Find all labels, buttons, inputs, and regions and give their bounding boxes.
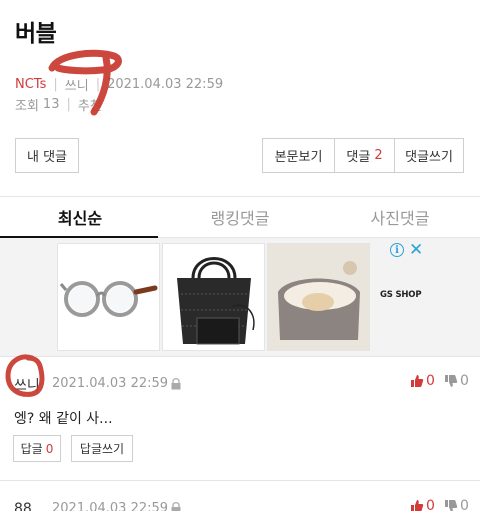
ad-info-icon[interactable]: i [390,243,404,257]
thumbs-down-icon [445,375,458,387]
comment-author: 88 [14,501,32,511]
meta-separator: | [95,77,101,92]
comment-sort-tabs: 최신순 랭킹댓글 사진댓글 [0,197,480,238]
ad-product-pet-bed[interactable] [267,243,370,351]
comment-text: 엥? 왜 같이 사... [14,411,113,427]
ad-product-tote-bag[interactable] [162,243,265,351]
meta-separator: | [53,77,58,92]
ad-close-icon[interactable]: ✕ [409,240,423,260]
comment-dislike[interactable]: 0 [444,498,469,511]
thumbs-up-icon [411,500,424,511]
write-reply-button[interactable]: 답글쓰기 [71,435,133,462]
view-post-button[interactable]: 본문보기 [263,139,335,172]
meta-separator: | [66,97,71,112]
post-page: 버블 NCTs | 쓰니 | 2021.04.03 22:59 조회 13 | … [0,0,480,511]
write-comment-button[interactable]: 댓글쓰기 [395,139,463,172]
comment-dislike[interactable]: 0 [444,373,469,389]
lock-icon [171,502,181,511]
comment-date: 2021.04.03 22:59 [52,501,169,511]
views-count: 13 [42,97,60,112]
dislike-count: 0 [460,373,469,389]
tab-photo[interactable]: 사진댓글 [320,197,480,237]
reply-count: 0 [45,441,54,456]
comments-count: 2 [374,148,383,163]
ad-brand-label[interactable]: GS SHOP [380,290,422,300]
tab-latest[interactable]: 최신순 [0,197,160,238]
post-date: 2021.04.03 22:59 [107,77,224,92]
post-category[interactable]: NCTs [15,77,46,92]
post-title: 버블 [15,21,57,47]
ad-product-glasses[interactable] [57,243,160,351]
recommend-label: 추천 [77,99,102,114]
comments-button[interactable]: 댓글 2 [335,139,395,172]
comment-author: 쓰니 [14,378,40,394]
post-stats-line: 조회 13 | 추천 [15,95,102,114]
views-label: 조회 [15,99,39,114]
my-comments-button[interactable]: 내 댓글 [15,138,79,173]
thumbs-down-icon [445,500,458,511]
reply-label: 답글 [20,442,43,456]
tote-bag-image [177,257,255,345]
post-author: 쓰니 [64,79,89,94]
glasses-image [59,281,158,317]
comment-date: 2021.04.03 22:59 [52,376,169,391]
pet-bed-image [268,244,369,350]
post-meta-line: NCTs | 쓰니 | 2021.04.03 22:59 [15,75,223,94]
dislike-count: 0 [460,498,469,511]
comment-like[interactable]: 0 [410,498,435,511]
comment-divider [0,480,480,481]
lock-icon [171,378,181,390]
tab-ranking[interactable]: 랭킹댓글 [160,197,320,237]
reply-button[interactable]: 답글 0 [13,435,61,462]
section-divider [0,356,480,357]
comments-label: 댓글 [346,150,371,165]
thumbs-up-icon [411,375,424,387]
like-count: 0 [426,498,435,511]
like-count: 0 [426,373,435,389]
post-action-group: 본문보기 댓글 2 댓글쓰기 [262,138,464,173]
comment-like[interactable]: 0 [410,373,435,389]
